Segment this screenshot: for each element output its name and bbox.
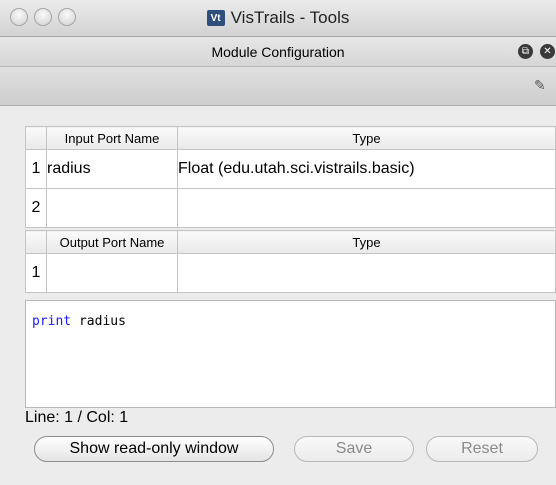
row-number: 1 xyxy=(25,149,47,189)
float-panel-icon[interactable]: ⧉ xyxy=(518,44,533,59)
table-row[interactable]: 2 xyxy=(25,188,556,228)
pin-icon[interactable]: ✎ xyxy=(534,77,550,93)
reset-button[interactable]: Reset xyxy=(426,436,538,462)
row-number: 1 xyxy=(25,253,47,293)
input-type-header: Type xyxy=(177,126,556,150)
close-panel-icon[interactable]: ✕ xyxy=(540,44,555,59)
input-port-name-header: Input Port Name xyxy=(46,126,178,150)
code-keyword: print xyxy=(32,314,72,329)
window-title: VisTrails - Tools xyxy=(230,8,350,27)
output-type-header: Type xyxy=(177,230,556,254)
vistrails-app-icon: Vt xyxy=(206,10,225,26)
port-name-cell[interactable]: radius xyxy=(46,149,178,189)
output-ports-table: Output Port Name Type 1 xyxy=(25,230,556,293)
panel-toolbar: ✎ xyxy=(0,67,556,106)
port-type-cell[interactable] xyxy=(177,253,556,293)
output-port-name-header: Output Port Name xyxy=(46,230,178,254)
row-number: 2 xyxy=(25,188,47,228)
show-readonly-window-button[interactable]: Show read-only window xyxy=(34,436,274,462)
table-row[interactable]: 1 radius Float (edu.utah.sci.vistrails.b… xyxy=(25,149,556,189)
code-editor[interactable]: print radius xyxy=(25,300,556,408)
code-text: radius xyxy=(71,314,126,329)
table-row[interactable]: 1 xyxy=(25,253,556,293)
panel-title: Module Configuration xyxy=(211,43,345,60)
save-button[interactable]: Save xyxy=(294,436,414,462)
cursor-position-status: Line: 1 / Col: 1 xyxy=(25,409,129,426)
port-name-cell[interactable] xyxy=(46,253,178,293)
window-titlebar: Vt VisTrails - Tools xyxy=(0,0,556,37)
port-type-cell[interactable]: Float (edu.utah.sci.vistrails.basic) xyxy=(177,149,556,189)
port-name-cell[interactable] xyxy=(46,188,178,228)
table-corner xyxy=(25,126,47,150)
code-line: print radius xyxy=(32,314,126,329)
panel-header: Module Configuration ⧉ ✕ xyxy=(0,37,556,67)
port-type-cell[interactable] xyxy=(177,188,556,228)
input-ports-table: Input Port Name Type 1 radius Float (edu… xyxy=(25,126,556,228)
table-corner xyxy=(25,230,47,254)
